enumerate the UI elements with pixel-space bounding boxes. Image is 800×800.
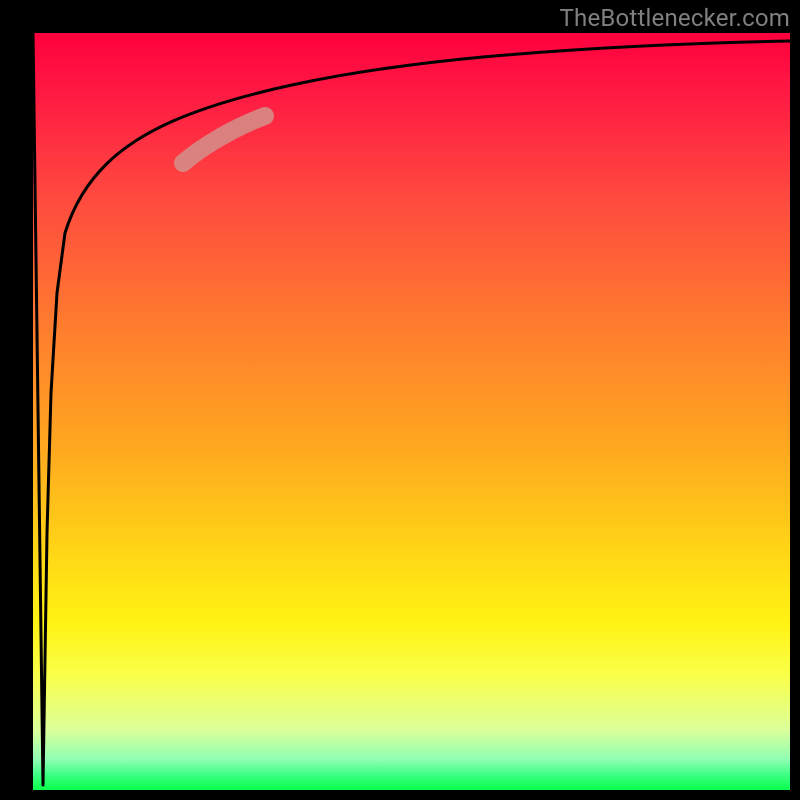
attribution-label: TheBottlenecker.com bbox=[560, 4, 791, 32]
highlight-segment bbox=[183, 116, 265, 163]
curve-layer bbox=[33, 33, 790, 790]
plot-area bbox=[33, 33, 790, 790]
bottleneck-curve bbox=[33, 33, 790, 785]
chart-frame: TheBottlenecker.com bbox=[0, 0, 800, 800]
